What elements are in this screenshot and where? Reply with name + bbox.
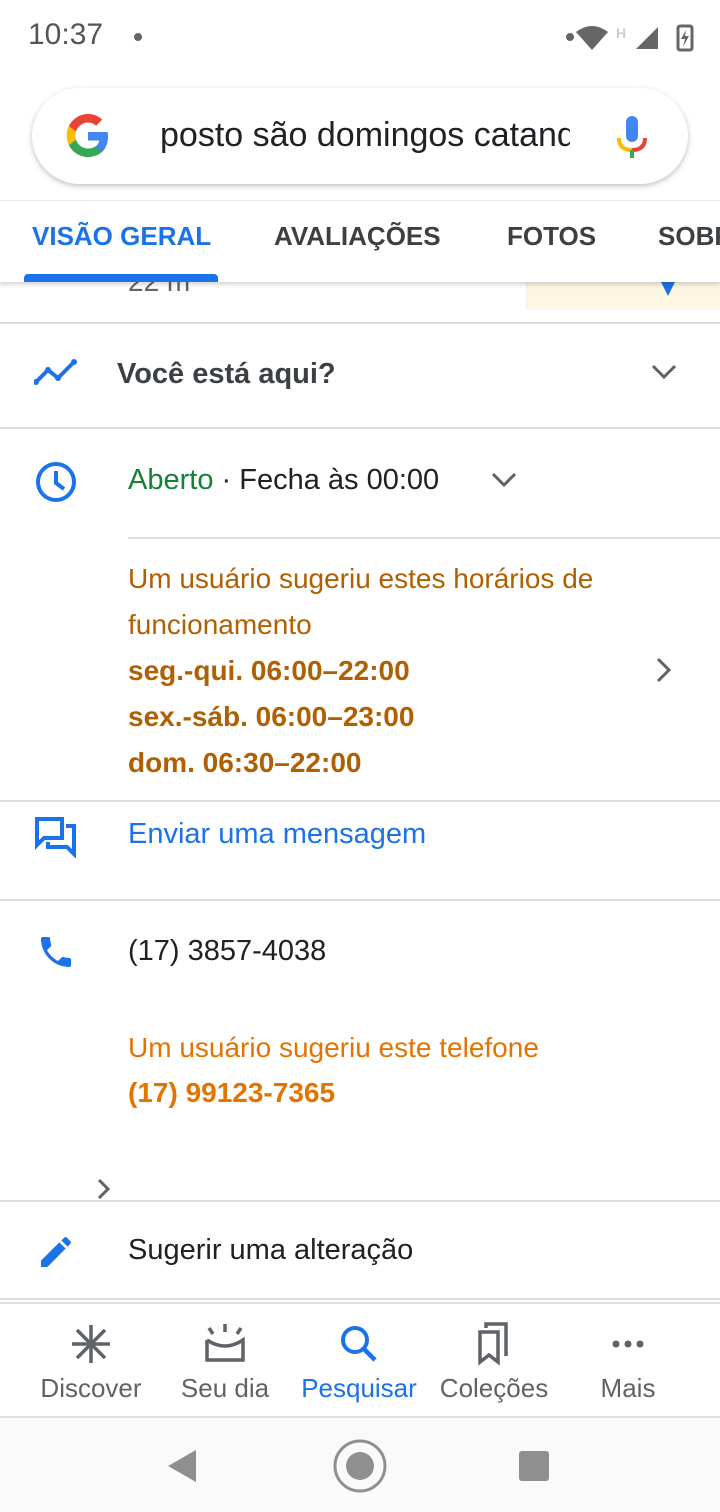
nav-label: Pesquisar bbox=[301, 1373, 417, 1403]
nav-label: Seu dia bbox=[180, 1373, 270, 1403]
microphone-icon[interactable] bbox=[614, 114, 650, 160]
nav-label: Coleções bbox=[439, 1373, 549, 1403]
tab-reviews[interactable]: AVALIAÇÕES bbox=[274, 221, 441, 252]
status-bar: 10:37 H bbox=[0, 0, 720, 75]
nav-mais[interactable]: Mais bbox=[588, 1322, 668, 1404]
dot-icon bbox=[566, 33, 574, 41]
separator: · bbox=[213, 464, 240, 496]
edit-icon bbox=[41, 1237, 71, 1267]
search-icon bbox=[341, 1326, 377, 1362]
phone-number[interactable]: (17) 3857-4038 bbox=[128, 935, 326, 968]
suggested-hours-note: Um usuário sugeriu estes horários de fun… bbox=[128, 563, 594, 640]
send-message-link[interactable]: Enviar uma mensagem bbox=[128, 818, 426, 851]
hours-line: seg.-qui. 06:00–22:00 bbox=[128, 655, 410, 686]
status-time: 10:37 bbox=[28, 18, 104, 51]
bookmarks-icon bbox=[478, 1322, 508, 1366]
message-icon bbox=[35, 817, 76, 858]
recents-icon[interactable] bbox=[518, 1450, 550, 1482]
suggest-edit-link[interactable]: Sugerir uma alteração bbox=[128, 1234, 413, 1267]
nav-colecoes[interactable]: Coleções bbox=[430, 1322, 558, 1404]
chevron-right-icon[interactable] bbox=[96, 1178, 112, 1200]
active-tab-indicator bbox=[24, 274, 218, 282]
chevron-right-icon[interactable] bbox=[654, 656, 674, 684]
hours-line: sex.-sáb. 06:00–23:00 bbox=[128, 701, 415, 732]
tab-bar: VISÃO GERAL AVALIAÇÕES FOTOS SOBRE bbox=[0, 200, 720, 282]
tab-overview[interactable]: VISÃO GERAL bbox=[32, 221, 211, 252]
more-icon bbox=[612, 1340, 644, 1348]
svg-text:H: H bbox=[616, 25, 626, 41]
here-label[interactable]: Você está aqui? bbox=[117, 358, 336, 391]
sunrise-icon bbox=[205, 1324, 245, 1362]
nav-label: Discover bbox=[40, 1373, 142, 1403]
asterisk-icon bbox=[72, 1325, 110, 1363]
hours-line: dom. 06:30–22:00 bbox=[128, 747, 362, 778]
nav-label: Mais bbox=[600, 1373, 656, 1403]
map-pin-icon bbox=[661, 282, 675, 296]
home-icon[interactable] bbox=[332, 1438, 388, 1494]
suggested-hours[interactable]: Um usuário sugeriu estes horários de fun… bbox=[128, 556, 648, 786]
chevron-down-icon[interactable] bbox=[650, 362, 678, 382]
suggested-phone-number[interactable]: (17) 99123-7365 bbox=[128, 1077, 335, 1109]
nav-discover[interactable]: Discover bbox=[30, 1322, 152, 1404]
suggested-phone-note: Um usuário sugeriu este telefone bbox=[128, 1032, 539, 1063]
google-logo-icon bbox=[66, 114, 108, 157]
map-thumbnail[interactable] bbox=[526, 282, 720, 310]
nav-pesquisar[interactable]: Pesquisar bbox=[294, 1322, 424, 1404]
closes-time: Fecha às 00:00 bbox=[239, 464, 440, 496]
phone-icon bbox=[41, 937, 71, 967]
search-input[interactable]: posto são domingos catanduva bbox=[160, 116, 570, 155]
chevron-down-icon[interactable] bbox=[490, 470, 518, 490]
status-icons: H bbox=[566, 24, 694, 52]
wifi-icon bbox=[576, 26, 608, 50]
tab-about[interactable]: SOBRE bbox=[658, 221, 720, 252]
clock-icon bbox=[36, 462, 76, 502]
system-navigation-bar bbox=[0, 1416, 720, 1512]
open-status: Aberto bbox=[128, 464, 214, 496]
back-icon[interactable] bbox=[166, 1448, 198, 1484]
hours-summary[interactable]: Aberto · Fecha às 00:00 bbox=[128, 464, 439, 497]
trending-icon bbox=[34, 359, 77, 385]
notification-dot-icon bbox=[134, 33, 142, 41]
nav-seu-dia[interactable]: Seu dia bbox=[172, 1322, 278, 1404]
tab-photos[interactable]: FOTOS bbox=[507, 221, 596, 252]
signal-icon bbox=[636, 27, 658, 49]
bottom-navigation: Discover Seu dia Pesquisar Coleções Mais bbox=[0, 1302, 720, 1416]
